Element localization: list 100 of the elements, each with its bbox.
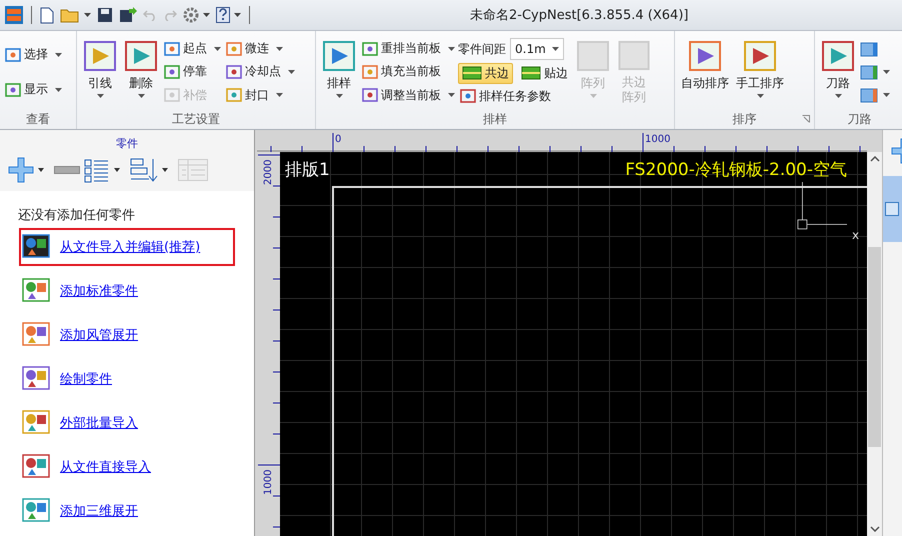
- caret-icon: [288, 70, 295, 74]
- save-export-icon[interactable]: [119, 7, 137, 23]
- import-link[interactable]: 添加标准零件: [60, 282, 138, 300]
- panel-title: 零件: [116, 137, 138, 150]
- toggle-button[interactable]: 共边: [458, 62, 513, 84]
- tool-icon: [362, 40, 378, 57]
- group-label: 查看: [26, 110, 50, 128]
- tool-icon: [226, 40, 242, 57]
- ribbon-button[interactable]: 调整当前板: [360, 86, 457, 105]
- caret-icon: [55, 88, 62, 92]
- import-link[interactable]: 添加风管展开: [60, 326, 138, 344]
- tool-icon: [688, 39, 722, 73]
- nesting-canvas[interactable]: 排版1 FS2000-冷轧钢板-2.00-空气 x: [280, 152, 867, 536]
- part-icon: [22, 497, 52, 525]
- tool-icon: [5, 82, 21, 98]
- caret-icon: [96, 94, 104, 98]
- new-file-icon[interactable]: [40, 6, 54, 24]
- ribbon-large-button[interactable]: 刀路: [818, 35, 858, 109]
- tool-icon: [124, 39, 158, 73]
- ribbon-button[interactable]: 起点: [162, 39, 223, 58]
- tool-icon: [322, 39, 356, 73]
- tool-icon[interactable]: [859, 40, 879, 58]
- add-icon[interactable]: [8, 156, 34, 182]
- tool-icon: [460, 88, 476, 104]
- caret-icon: [448, 93, 455, 98]
- caret-icon[interactable]: [883, 70, 890, 74]
- caret-icon: [276, 46, 283, 51]
- part-icon: [22, 365, 52, 393]
- import-link[interactable]: 从文件导入并编辑(推荐): [60, 238, 200, 256]
- vertical-scrollbar[interactable]: [867, 152, 882, 536]
- ribbon-button[interactable]: 显示: [3, 80, 64, 99]
- ribbon-button[interactable]: 填充当前板: [360, 62, 457, 82]
- caret-icon: [834, 94, 842, 98]
- tool-icon[interactable]: [859, 86, 879, 104]
- ribbon-large-button[interactable]: 手工排序: [733, 35, 787, 109]
- caret-icon[interactable]: [203, 13, 210, 17]
- ribbon-button[interactable]: 微连: [224, 39, 297, 58]
- ribbon-button[interactable]: 选择: [3, 45, 64, 64]
- dialog-launcher-icon[interactable]: [802, 115, 810, 123]
- caret-icon: [276, 93, 283, 98]
- import-link[interactable]: 外部批量导入: [60, 414, 138, 432]
- ribbon-button[interactable]: 封口: [224, 86, 297, 105]
- tool-icon: [226, 87, 242, 104]
- caret-icon[interactable]: [162, 168, 168, 172]
- part-icon: [22, 277, 52, 305]
- import-link[interactable]: 绘制零件: [60, 370, 112, 388]
- ribbon-large-button[interactable]: 引线: [80, 35, 120, 109]
- part-icon: [22, 453, 52, 481]
- ribbon-button[interactable]: 停靠: [162, 62, 223, 82]
- scroll-down-icon[interactable]: [870, 526, 880, 532]
- ribbon-large-button[interactable]: 删除: [121, 35, 161, 109]
- ruler-label: 1000: [645, 134, 670, 145]
- spacing-dropdown[interactable]: 0.1m: [510, 38, 564, 60]
- import-link[interactable]: 从文件直接导入: [60, 458, 151, 476]
- import-link[interactable]: 添加三维展开: [60, 502, 138, 520]
- part-icon: [22, 233, 52, 261]
- ruler-label: 1000: [263, 470, 274, 495]
- tool-icon: [164, 40, 180, 57]
- tool-icon: [5, 46, 21, 62]
- part-icon: [22, 409, 52, 437]
- tool-icon: [743, 39, 777, 73]
- ribbon-button[interactable]: 重排当前板: [360, 39, 457, 58]
- caret-icon[interactable]: [114, 168, 120, 172]
- save-icon[interactable]: [97, 7, 113, 23]
- caret-icon: [552, 47, 559, 52]
- group-label: 工艺设置: [172, 110, 220, 128]
- caret-icon[interactable]: [84, 13, 91, 17]
- group-label: 排样: [483, 110, 507, 128]
- caret-icon[interactable]: [234, 13, 241, 17]
- material-label: FS2000-冷轧钢板-2.00-空气: [625, 159, 847, 181]
- tool-icon: [164, 64, 180, 80]
- scroll-up-icon[interactable]: [870, 156, 880, 162]
- tool-icon: [576, 39, 610, 73]
- ribbon-large-button[interactable]: 自动排序: [678, 35, 732, 109]
- caret-icon[interactable]: [883, 93, 890, 98]
- tool-icon: [362, 64, 378, 80]
- tool-icon: [521, 66, 541, 80]
- group-label: 刀路: [848, 110, 872, 128]
- sort-icon[interactable]: [130, 156, 158, 182]
- settings-icon[interactable]: [183, 7, 199, 23]
- ruler-label: 2000: [263, 160, 274, 185]
- toggle-button[interactable]: 贴边: [517, 62, 572, 84]
- ribbon-button[interactable]: 排样任务参数: [458, 86, 572, 106]
- checklist-icon[interactable]: [84, 156, 110, 182]
- caret-icon: [55, 52, 62, 56]
- tool-icon[interactable]: [859, 62, 879, 81]
- sheet-name: 排版1: [285, 159, 330, 181]
- caret-icon: [590, 94, 596, 98]
- help-icon[interactable]: [216, 7, 230, 23]
- ribbon-large-button[interactable]: 排样: [319, 35, 359, 109]
- tool-icon: [164, 87, 180, 104]
- ribbon-button[interactable]: 冷却点: [224, 62, 297, 82]
- remove-icon[interactable]: [54, 166, 80, 174]
- tool-icon: [362, 87, 378, 104]
- axis-label: x: [852, 228, 860, 242]
- caret-icon[interactable]: [38, 168, 44, 172]
- window-title: 未命名2-CypNest[6.3.855.4 (X64)]: [470, 7, 688, 24]
- caret-icon: [336, 94, 342, 98]
- add-icon[interactable]: [891, 138, 902, 164]
- caret-icon: [138, 94, 144, 98]
